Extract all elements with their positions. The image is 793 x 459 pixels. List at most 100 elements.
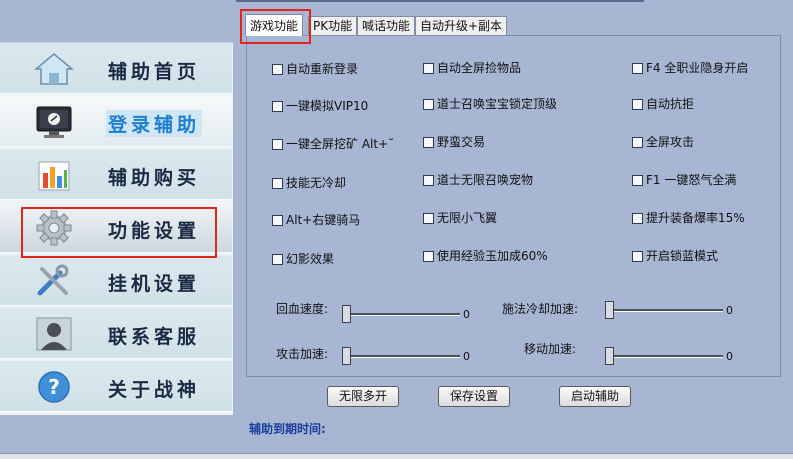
- option-phantom-effect[interactable]: 幻影效果: [272, 251, 334, 267]
- window-bottom-edge: [0, 453, 793, 459]
- sidebar-item-label: 挂机设置: [108, 273, 201, 295]
- option-label: 道士无限召唤宠物: [437, 173, 534, 187]
- sidebar-item-home[interactable]: 辅助首页: [0, 43, 232, 94]
- option-drop-rate[interactable]: 提升装备爆率15%: [632, 210, 745, 226]
- option-label: 提升装备爆率15%: [646, 211, 745, 225]
- move-speed-slider[interactable]: 0: [605, 346, 740, 366]
- option-f4-invisible[interactable]: F4 全职业隐身开启: [632, 60, 748, 76]
- sidebar-item-login[interactable]: 登录辅助: [0, 96, 232, 147]
- expire-time-label: 辅助到期时间:: [249, 422, 326, 436]
- option-f1-full-rage[interactable]: F1 一键怒气全满: [632, 172, 736, 188]
- option-label: 技能无冷却: [286, 176, 347, 190]
- user-icon: [36, 317, 72, 351]
- help-icon: ?: [38, 371, 70, 403]
- slider-track[interactable]: [342, 355, 460, 358]
- option-label: 野蛮交易: [437, 135, 486, 149]
- multi-open-button[interactable]: 无限多开: [327, 386, 399, 407]
- option-barbarian-trade[interactable]: 野蛮交易: [423, 134, 485, 150]
- checkbox[interactable]: [423, 137, 434, 148]
- slider-value: 0: [726, 304, 733, 317]
- option-auto-pickup[interactable]: 自动全屏捡物品: [423, 60, 521, 76]
- checkbox[interactable]: [423, 251, 434, 262]
- option-exp-jade[interactable]: 使用经验玉加成60%: [423, 248, 548, 264]
- option-fullscreen-attack[interactable]: 全屏攻击: [632, 134, 694, 150]
- checkbox[interactable]: [423, 63, 434, 74]
- bar-chart-icon: [38, 161, 70, 191]
- tab-pk-features[interactable]: PK功能: [308, 16, 358, 35]
- hp-regen-label: 回血速度:: [276, 302, 329, 316]
- slider-track[interactable]: [605, 309, 723, 312]
- sidebar-item-idle[interactable]: 挂机设置: [0, 255, 232, 306]
- option-lock-mana[interactable]: 开启锁蓝模式: [632, 248, 718, 264]
- option-label: 无限小飞翼: [437, 211, 498, 225]
- slider-track[interactable]: [605, 355, 723, 358]
- home-icon: [34, 53, 74, 85]
- option-label: 自动抗拒: [646, 97, 695, 111]
- option-label: 全屏攻击: [646, 135, 695, 149]
- checkbox[interactable]: [632, 137, 643, 148]
- option-label: 自动全屏捡物品: [437, 61, 522, 75]
- option-auto-relogin[interactable]: 自动重新登录: [272, 61, 358, 77]
- slider-thumb[interactable]: [342, 347, 351, 365]
- tools-icon: [37, 264, 69, 296]
- checkbox[interactable]: [272, 254, 283, 265]
- checkbox[interactable]: [272, 139, 283, 150]
- highlight-box-settings: [21, 207, 217, 258]
- svg-text:?: ?: [48, 375, 60, 399]
- checkbox[interactable]: [632, 99, 643, 110]
- attack-speed-label: 攻击加速:: [276, 347, 329, 361]
- checkbox[interactable]: [632, 63, 643, 74]
- slider-value: 0: [463, 308, 470, 321]
- option-unlimited-wings[interactable]: 无限小飞翼: [423, 210, 497, 226]
- tab-shout-features[interactable]: 喊话功能: [357, 16, 416, 35]
- game-features-panel: [246, 35, 781, 377]
- slider-value: 0: [726, 350, 733, 363]
- hp-regen-slider[interactable]: 0: [342, 304, 477, 324]
- slider-thumb[interactable]: [342, 305, 351, 323]
- checkbox[interactable]: [632, 251, 643, 262]
- monitor-icon: [36, 106, 72, 138]
- option-vip10[interactable]: 一键模拟VIP10: [272, 98, 368, 114]
- sidebar-item-label: 联系客服: [108, 326, 201, 348]
- highlight-box-tab: [240, 9, 311, 44]
- option-label: 道士召唤宝宝锁定顶级: [437, 97, 558, 111]
- checkbox[interactable]: [272, 215, 283, 226]
- option-label: F1 一键怒气全满: [646, 173, 737, 187]
- slider-track[interactable]: [342, 313, 460, 316]
- option-label: F4 全职业隐身开启: [646, 61, 749, 75]
- checkbox[interactable]: [423, 175, 434, 186]
- tab-auto-level-dungeon[interactable]: 自动升级+副本: [415, 16, 508, 35]
- cast-speed-label: 施法冷却加速:: [502, 302, 579, 316]
- sidebar-item-label: 关于战神: [108, 379, 201, 401]
- cast-speed-slider[interactable]: 0: [605, 300, 740, 320]
- window-top-edge: [236, 0, 644, 2]
- checkbox[interactable]: [632, 213, 643, 224]
- sidebar-item-about[interactable]: ? 关于战神: [0, 361, 232, 412]
- slider-value: 0: [463, 350, 470, 363]
- checkbox[interactable]: [632, 175, 643, 186]
- option-label: 自动重新登录: [286, 62, 359, 76]
- start-assist-button[interactable]: 启动辅助: [559, 386, 631, 407]
- save-settings-button[interactable]: 保存设置: [438, 386, 510, 407]
- checkbox[interactable]: [423, 213, 434, 224]
- sidebar-item-purchase[interactable]: 辅助购买: [0, 149, 232, 200]
- option-unlimited-pets[interactable]: 道士无限召唤宠物: [423, 172, 533, 188]
- option-label: Alt+右键骑马: [286, 213, 361, 227]
- sidebar-item-label: 登录辅助: [106, 110, 203, 137]
- sidebar-item-support[interactable]: 联系客服: [0, 308, 232, 359]
- move-speed-label: 移动加速:: [524, 342, 577, 356]
- attack-speed-slider[interactable]: 0: [342, 346, 477, 366]
- checkbox[interactable]: [272, 101, 283, 112]
- slider-thumb[interactable]: [605, 347, 614, 365]
- option-fullscreen-mining[interactable]: 一键全屏挖矿 Alt+˘: [272, 136, 394, 152]
- option-summon-lock-top[interactable]: 道士召唤宝宝锁定顶级: [423, 96, 557, 112]
- checkbox[interactable]: [423, 99, 434, 110]
- option-auto-repel[interactable]: 自动抗拒: [632, 96, 694, 112]
- checkbox[interactable]: [272, 64, 283, 75]
- checkbox[interactable]: [272, 178, 283, 189]
- option-label: 幻影效果: [286, 252, 335, 266]
- option-no-cooldown[interactable]: 技能无冷却: [272, 175, 346, 191]
- slider-thumb[interactable]: [605, 301, 614, 319]
- option-label: 一键全屏挖矿 Alt+˘: [286, 137, 395, 151]
- option-alt-right-ride[interactable]: Alt+右键骑马: [272, 212, 360, 228]
